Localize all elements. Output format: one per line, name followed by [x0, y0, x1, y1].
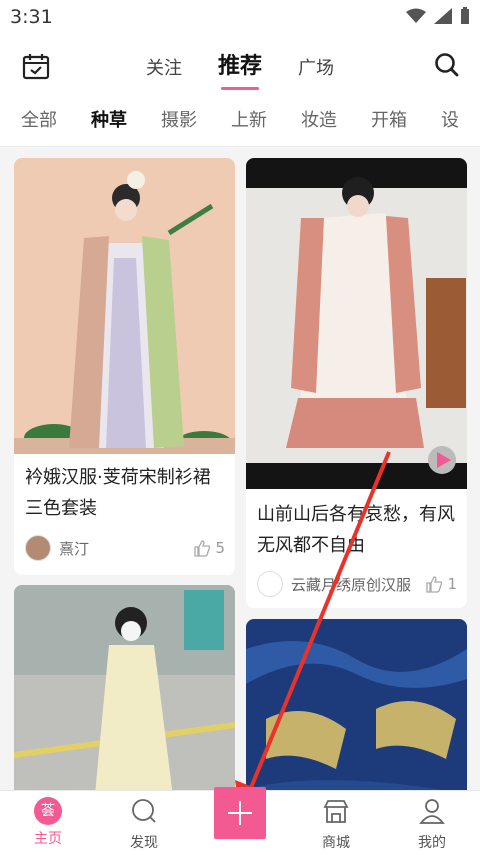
avatar	[25, 535, 51, 561]
battery-icon	[461, 7, 469, 24]
profile-icon	[419, 799, 445, 824]
category-photo[interactable]: 摄影	[161, 106, 197, 132]
like-button[interactable]: 1	[426, 575, 457, 593]
nav-mine-label: 我的	[418, 835, 446, 851]
category-bar: 全部 种草 摄影 上新 妆造 开箱 设	[0, 96, 480, 147]
post-card[interactable]: 山前山后各有哀愁，有风无风都不自由 云藏月绣原创汉服 1	[246, 158, 467, 608]
nav-home-label: 主页	[34, 831, 62, 847]
category-new[interactable]: 上新	[231, 106, 267, 132]
post-author[interactable]: 云藏月绣原创汉服	[257, 571, 411, 597]
thumbs-up-icon	[194, 539, 211, 557]
post-title: 衿娥汉服·芰荷宋制衫裙三色套装	[25, 467, 211, 519]
nav-home[interactable]: 荟 主页	[8, 797, 88, 848]
category-all[interactable]: 全部	[21, 106, 57, 132]
like-count: 5	[215, 539, 225, 557]
feed-grid: 衿娥汉服·芰荷宋制衫裙三色套装 熹汀 5 山前山后各有哀愁，有风无风都不自由 云…	[0, 147, 480, 790]
category-grass[interactable]: 种草	[91, 106, 127, 132]
post-card[interactable]	[14, 585, 235, 790]
tab-recommend[interactable]: 推荐	[218, 48, 262, 90]
post-card[interactable]	[246, 619, 467, 790]
nav-discover-label: 发现	[130, 835, 158, 851]
post-title: 山前山后各有哀愁，有风无风都不自由	[257, 504, 455, 556]
nav-mall[interactable]: 商城	[296, 797, 376, 852]
post-image	[14, 158, 235, 454]
bottom-nav: 荟 主页 发现 商城 我的	[0, 787, 480, 855]
like-count: 1	[447, 575, 457, 593]
shop-icon	[323, 800, 349, 823]
category-unboxing[interactable]: 开箱	[371, 106, 407, 132]
top-header: 关注 推荐 广场	[0, 36, 480, 96]
tab-square[interactable]: 广场	[298, 54, 334, 80]
wifi-icon	[406, 8, 426, 23]
discover-icon	[132, 799, 156, 823]
status-bar: 3:31	[0, 0, 480, 36]
feed-tabs: 关注 推荐 广场	[146, 48, 334, 90]
post-author[interactable]: 熹汀	[25, 535, 89, 561]
avatar	[257, 571, 283, 597]
like-button[interactable]: 5	[194, 539, 225, 557]
nav-mall-label: 商城	[322, 835, 350, 851]
search-icon[interactable]	[434, 52, 460, 78]
home-icon: 荟	[34, 797, 62, 825]
calendar-icon[interactable]	[22, 52, 50, 80]
thumbs-up-icon	[426, 575, 443, 593]
author-name: 熹汀	[59, 539, 90, 558]
nav-mine[interactable]: 我的	[392, 797, 472, 852]
post-image	[246, 619, 467, 790]
category-settings-partial[interactable]: 设	[441, 106, 459, 132]
tab-follow[interactable]: 关注	[146, 54, 182, 80]
nav-discover[interactable]: 发现	[104, 797, 184, 852]
status-time: 3:31	[10, 6, 53, 28]
signal-icon	[434, 8, 452, 24]
add-post-button[interactable]	[214, 787, 266, 839]
post-card[interactable]: 衿娥汉服·芰荷宋制衫裙三色套装 熹汀 5	[14, 158, 235, 575]
author-name: 云藏月绣原创汉服	[291, 575, 412, 594]
post-image	[14, 585, 235, 790]
category-styling[interactable]: 妆造	[301, 106, 337, 132]
post-image	[246, 158, 467, 489]
